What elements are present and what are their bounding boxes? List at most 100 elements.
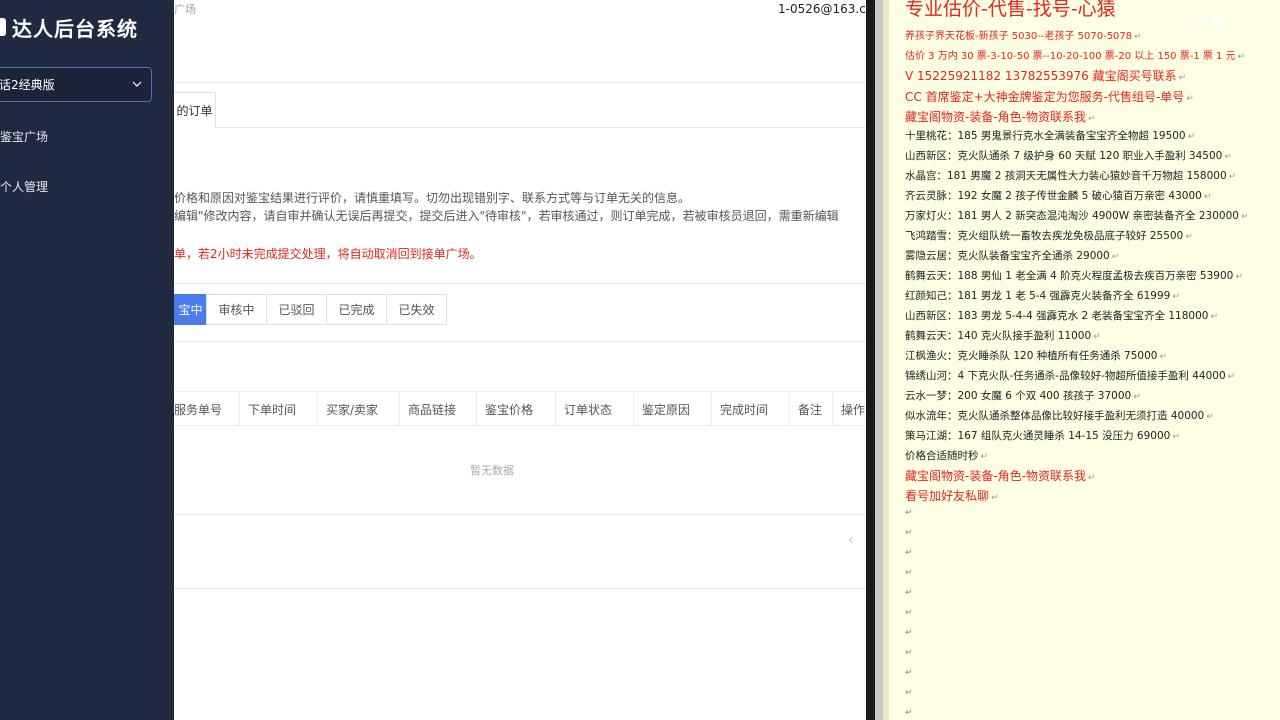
doc-line-text: 十里桃花：185 男鬼景行克水全满装备宝宝齐全物超 19500 [905,130,1186,142]
paragraph-mark-icon: ↵ [1203,192,1212,202]
doc-line: 藏宝阁物资-装备-角色-物资联系我 ↵ [905,108,1096,125]
doc-line: 鹤舞云天：140 克火队接手盈利 11000 ↵ [905,328,1101,343]
col-order-time: 下单时间 [240,392,318,426]
doc-line: 江枫渔火：克火睡杀队 120 种植所有任务通杀 75000 ↵ [905,348,1167,363]
paragraph-mark-icon: ↵ [905,548,913,558]
doc-line: 鹤舞云天：188 男仙 1 老全满 4 阶克火程度孟极去疾百万亲密 53900 ↵ [905,268,1243,283]
paragraph-mark-icon: ↵ [905,608,913,618]
doc-line-text: 锦绣山河：4 下克火队-任务通杀-品像较好-物超所值接手盈利 44000 [905,370,1226,382]
doc-line-text: 万家灯火：181 男人 2 新突态混沌淘沙 4900W 亲密装备齐全 23000… [905,210,1239,222]
filter-expired[interactable]: 已失效 [386,294,447,325]
sidebar-item-appraisal-square[interactable]: 鉴宝广场 [0,124,48,148]
doc-line: 山西新区：克火队通杀 7 级护身 60 天赋 120 职业入手盈利 34500 ↵ [905,148,1232,163]
orders-table-header: 服务单号 下单时间 买家/卖家 商品链接 鉴宝价格 订单状态 鉴定原因 完成时间… [174,391,866,426]
doc-line-text: 估价 3 万内 30 票-3-10-50 票--10-20-100 票-20 以… [905,51,1236,62]
col-complete-time: 完成时间 [712,392,790,426]
paragraph-mark-icon: ↵ [1088,114,1096,124]
doc-line: V 15225921182 13782553976 藏宝阁买号联系 ↵ [905,67,1186,84]
paragraph-mark-icon: ↵ [1228,172,1237,182]
table-bottom-divider [174,514,866,515]
pager-divider [174,588,866,589]
paragraph-mark-icon: ↵ [1133,392,1141,402]
doc-line-text: 鹤舞云天：140 克火队接手盈利 11000 [905,330,1092,342]
filter-under-review[interactable]: 审核中 [206,294,267,325]
breadcrumb[interactable]: 广场 [174,1,196,17]
logo: 达人后台系统 [0,12,138,42]
doc-line: 十里桃花：185 男鬼景行克水全满装备宝宝齐全物超 19500 ↵ [905,128,1195,143]
doc-line: 似水流年：克火队通杀整体品像比较好接手盈利无须打造 40000 ↵ [905,408,1214,423]
overlay-document: 专业估价-代售-找号-心猿 CC直播 养孩子界天花板-新孩子 5030--老孩子… [883,0,1280,720]
doc-line-text: CC 首席鉴定+大神金牌鉴定为您服务-代售组号-单号 [905,90,1185,104]
col-remark: 备注 [790,392,833,426]
doc-line-text: 藏宝阁物资-装备-角色-物资联系我 [905,110,1086,124]
doc-line-text: 似水流年：克火队通杀整体品像比较好接手盈利无须打造 40000 [905,410,1205,422]
notice-line-3: 单，若2小时未完成提交处理，将自动取消回到接单广场。 [174,247,482,261]
filter-rejected[interactable]: 已驳回 [266,294,327,325]
doc-line: 养孩子界天花板-新孩子 5030--老孩子 5070-5078 ↵ [905,27,1142,42]
doc-line: 策马江湖：167 组队克火通灵睡杀 14-15 没压力 69000 ↵ [905,428,1180,443]
chevron-left-icon[interactable]: ‹ [848,532,854,548]
doc-line-text: 山西新区：183 男龙 5-4-4 强霹克水 2 老装备宝宝齐全 118000 [905,310,1209,322]
doc-line: 山西新区：183 男龙 5-4-4 强霹克水 2 老装备宝宝齐全 118000 ↵ [905,308,1218,323]
paragraph-mark-icon: ↵ [1206,412,1214,422]
col-appraisal-price: 鉴宝价格 [477,392,556,426]
doc-line: 齐云灵脉：192 女魔 2 孩子传世金麟 5 破心猿百万亲密 43000 ↵ [905,188,1211,203]
col-appraisal-reason: 鉴定原因 [634,392,712,426]
doc-line: 水晶宫：181 男魔 2 孩洞天无属性大力装心猿妙音千万物超 158000 ↵ [905,168,1236,183]
logo-icon [0,18,6,36]
doc-line-text: V 15225921182 13782553976 藏宝阁买号联系 [905,69,1177,83]
sidebar-item-personal-management[interactable]: 个人管理 [0,174,48,198]
paragraph-mark-icon: ↵ [980,452,989,462]
paragraph-mark-icon: ↵ [1235,272,1243,282]
paragraph-mark-icon: ↵ [905,648,913,658]
tab-my-orders[interactable]: 的订单 [174,92,216,128]
paragraph-mark-icon: ↵ [1178,73,1187,83]
scrollbar[interactable] [875,0,883,720]
paragraph-mark-icon: ↵ [905,688,913,698]
doc-line: 云水一梦：200 女魔 6 个双 400 孩孩子 37000 ↵ [905,388,1141,403]
logo-text: 达人后台系统 [12,16,138,41]
doc-line-text: 藏宝阁物资-装备-角色-物资联系我 [905,469,1086,483]
doc-line-text: 江枫渔火：克火睡杀队 120 种植所有任务通杀 75000 [905,350,1158,362]
doc-line: 看号加好友私聊 ↵ [905,487,999,504]
paragraph-mark-icon: ↵ [1186,94,1194,104]
paragraph-mark-icon: ↵ [905,588,913,598]
version-select[interactable]: 话2经典版 [0,67,152,102]
notice-line-1: 价格和原因对鉴宝结果进行评价，请慎重填写。切勿出现错别字、联系方式等与订单无关的… [174,191,691,205]
doc-line-text: 看号加好友私聊 [905,489,990,503]
col-order-status: 订单状态 [556,392,634,426]
section-divider [174,283,866,284]
version-select-value: 话2经典版 [0,78,55,92]
doc-line: 红颜知己：181 男龙 1 老 5-4 强霹克火装备齐全 61999 ↵ [905,288,1180,303]
doc-line-text: 价格合适随时秒 [905,450,979,462]
sidebar: 达人后台系统 话2经典版 鉴宝广场 个人管理 [0,0,174,720]
paragraph-mark-icon: ↵ [1159,352,1168,362]
doc-margin [883,0,889,720]
paragraph-mark-icon: ↵ [1185,232,1193,242]
empty-state: 暂无数据 [470,464,514,477]
doc-line-text: 飞鸿踏雪：克火组队统一畜牧去疾龙免极品底子较好 25500 [905,230,1184,242]
doc-line: 飞鸿踏雪：克火组队统一畜牧去疾龙免极品底子较好 25500 ↵ [905,228,1193,243]
tab-divider [216,127,866,128]
paragraph-mark-icon: ↵ [1172,292,1180,302]
filter-appraising[interactable]: 宝中 [174,294,207,325]
user-email[interactable]: 1-0526@163.co [778,2,866,16]
filter-divider [174,341,866,342]
doc-line-text: 云水一梦：200 女魔 6 个双 400 孩孩子 37000 [905,390,1132,402]
doc-line-text: 红颜知己：181 男龙 1 老 5-4 强霹克火装备齐全 61999 [905,290,1171,302]
paragraph-mark-icon: ↵ [905,668,913,678]
doc-line: CC 首席鉴定+大神金牌鉴定为您服务-代售组号-单号 ↵ [905,88,1194,105]
paragraph-mark-icon: ↵ [1240,212,1249,222]
paragraph-mark-icon: ↵ [1237,52,1246,62]
doc-line: 雾隐云居：克火队装备宝宝齐全通杀 29000 ↵ [905,248,1119,263]
doc-line: 锦绣山河：4 下克火队-任务通杀-品像较好-物超所值接手盈利 44000 ↵ [905,368,1235,383]
paragraph-mark-icon: ↵ [1187,132,1196,142]
paragraph-mark-icon: ↵ [1134,32,1142,42]
doc-line-text: 养孩子界天花板-新孩子 5030--老孩子 5070-5078 [905,31,1133,42]
paragraph-mark-icon: ↵ [905,508,913,518]
paragraph-mark-icon: ↵ [905,568,913,578]
filter-completed[interactable]: 已完成 [326,294,387,325]
status-filter-group: 宝中 审核中 已驳回 已完成 已失效 [174,294,447,325]
doc-line-text: 齐云灵脉：192 女魔 2 孩子传世金麟 5 破心猿百万亲密 43000 [905,190,1202,202]
doc-line-text: 策马江湖：167 组队克火通灵睡杀 14-15 没压力 69000 [905,430,1171,442]
